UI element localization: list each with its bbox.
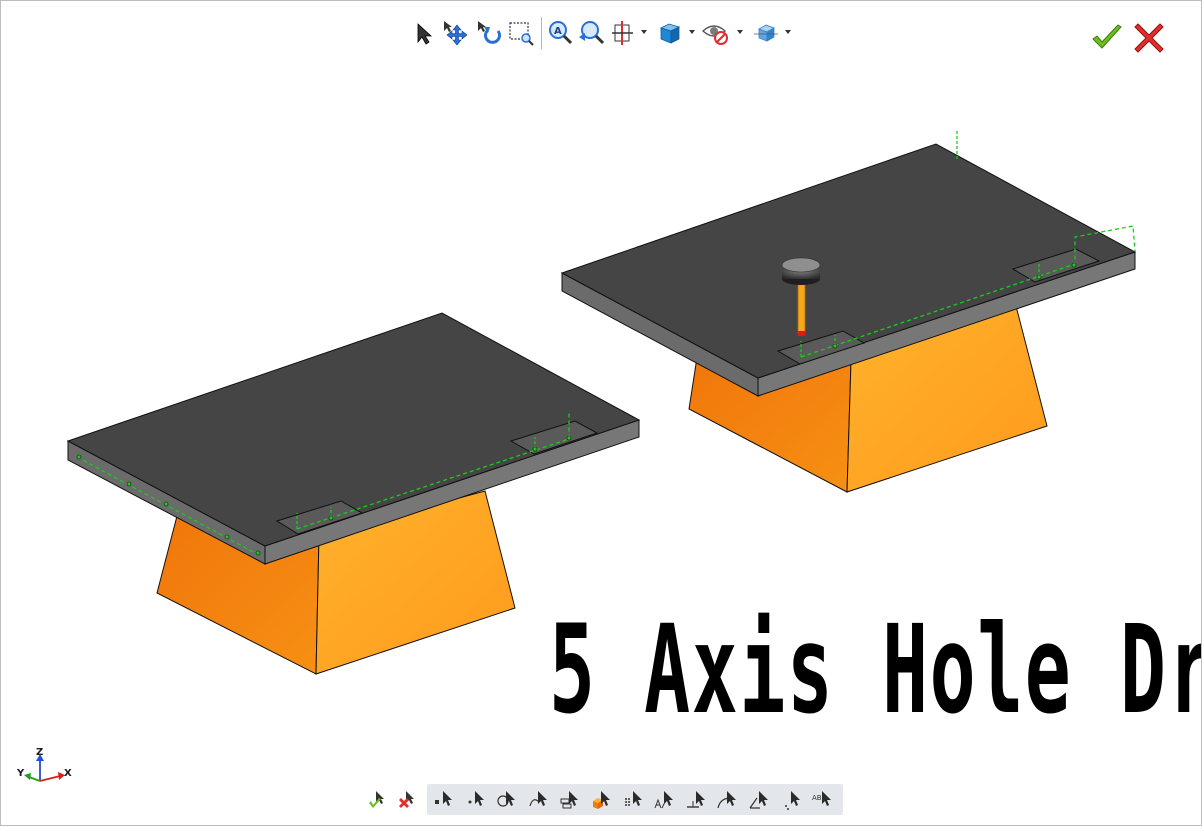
selection-filter-button[interactable] <box>684 787 710 813</box>
select-solid-icon <box>593 791 610 809</box>
zoom-fit-icon: A <box>549 21 573 45</box>
checkmark-icon <box>1092 24 1122 49</box>
select-point-icon <box>435 791 452 806</box>
select-angle-icon <box>749 791 768 809</box>
left-hole <box>566 435 572 441</box>
select-circle-icon <box>497 791 516 807</box>
eye-hide-icon <box>701 25 728 45</box>
dropdown-arrow-icon <box>785 30 791 34</box>
select-curve-icon <box>529 791 547 807</box>
display-mode-dropdown[interactable] <box>783 25 793 39</box>
selection-filter-group: AB <box>427 784 843 815</box>
selection-filter-button[interactable]: AB <box>810 787 836 813</box>
confirm-button[interactable] <box>1090 21 1124 55</box>
section-view-dropdown[interactable] <box>639 25 649 39</box>
left-hole <box>255 550 261 556</box>
axis-triad: Z Y X <box>15 747 77 791</box>
select-vertex-icon <box>468 791 484 806</box>
section-plane-icon <box>612 21 633 45</box>
rotate-tool-button[interactable] <box>475 19 505 47</box>
zoom-window-icon <box>509 22 534 46</box>
close-icon <box>1134 23 1164 53</box>
pan-icon <box>444 21 468 46</box>
select-arc-icon <box>717 791 737 809</box>
selection-filter-button[interactable] <box>715 787 741 813</box>
section-view-button[interactable] <box>611 19 637 47</box>
select-tool-button[interactable] <box>411 19 435 47</box>
selection-filter-button[interactable] <box>779 787 805 813</box>
axis-z-label: Z <box>36 747 44 758</box>
select-point-array-icon <box>624 791 642 806</box>
dropdown-arrow-icon <box>641 30 647 34</box>
cancel-button[interactable] <box>1132 21 1166 55</box>
select-all-icon: AB <box>812 791 832 806</box>
view-orientation-dropdown[interactable] <box>687 25 697 39</box>
view-toolbar: A <box>409 15 799 51</box>
left-hole <box>224 534 230 540</box>
zoom-all-button[interactable]: A <box>547 19 575 47</box>
pointer-cross-icon <box>399 791 414 808</box>
selection-filter-button[interactable] <box>494 787 520 813</box>
left-hole <box>76 454 82 460</box>
pointer-check-icon <box>369 791 384 808</box>
view-orientation-button[interactable] <box>655 19 685 47</box>
axis-x-label: X <box>64 768 72 779</box>
display-mode-button[interactable] <box>751 19 781 47</box>
overlay-title: 5 Axis Hole Drilling <box>549 599 1201 742</box>
pointer-icon <box>417 23 433 45</box>
cube-view-icon <box>659 23 681 44</box>
selection-filter-button[interactable] <box>652 787 678 813</box>
visibility-button[interactable] <box>701 19 731 47</box>
left-hole <box>328 515 334 521</box>
selection-filter-button[interactable] <box>557 787 583 813</box>
select-text-icon <box>654 791 674 809</box>
svg-text:AB: AB <box>812 794 822 802</box>
visibility-dropdown[interactable] <box>735 25 745 39</box>
axis-y-label: Y <box>17 768 25 779</box>
toolbar-separator <box>541 17 542 49</box>
selection-filter-button[interactable] <box>747 787 773 813</box>
select-dots-icon <box>784 791 800 810</box>
3d-viewport[interactable]: A 5 Axis Hole D Z Y X AB <box>0 0 1202 826</box>
select-edge-icon <box>686 791 705 808</box>
svg-text:A: A <box>554 26 562 37</box>
rotate-icon <box>478 21 501 44</box>
zoom-previous-button[interactable] <box>577 19 607 47</box>
dropdown-arrow-icon <box>689 30 695 34</box>
zoom-window-button[interactable] <box>507 19 537 47</box>
left-hole <box>126 481 132 487</box>
select-group-icon <box>560 791 579 809</box>
left-hole <box>163 501 169 507</box>
zoom-previous-icon <box>579 21 605 45</box>
accept-selection-button[interactable] <box>365 786 391 814</box>
clear-selection-button[interactable] <box>395 786 421 814</box>
left-hole <box>532 446 538 452</box>
selection-filter-button[interactable] <box>589 787 615 813</box>
selection-filter-button[interactable] <box>621 787 647 813</box>
shaded-cube-icon <box>754 24 778 42</box>
selection-filter-button[interactable] <box>463 787 489 813</box>
selection-filter-button[interactable] <box>526 787 552 813</box>
selection-toolbar: AB <box>365 783 845 817</box>
dropdown-arrow-icon <box>737 30 743 34</box>
right-fixture[interactable] <box>560 131 1137 493</box>
selection-filter-button[interactable] <box>431 787 457 813</box>
pan-tool-button[interactable] <box>441 19 471 47</box>
